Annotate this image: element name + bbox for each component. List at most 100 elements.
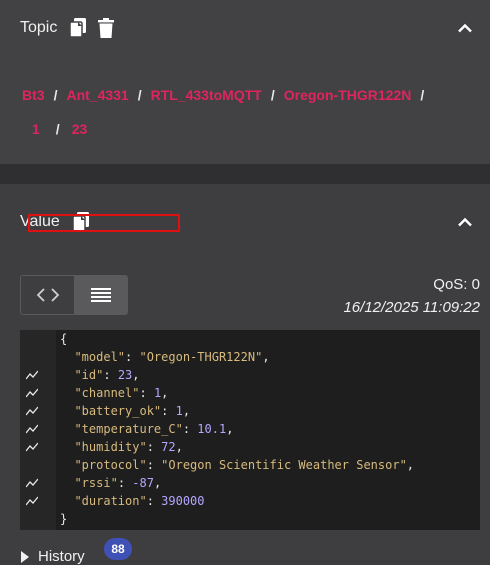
json-value: 390000: [161, 494, 205, 508]
json-punct: ,: [182, 404, 191, 418]
code-line: {: [20, 330, 480, 348]
json-punct: ,: [132, 368, 140, 382]
history-count-badge: 88: [104, 538, 132, 560]
json-punct: :: [139, 386, 154, 400]
topic-title: Topic: [20, 19, 58, 36]
code-text: {: [60, 330, 67, 348]
json-punct: ,: [262, 350, 270, 364]
copy-icon[interactable]: [67, 16, 89, 40]
json-key: "channel": [74, 386, 140, 400]
json-punct: ,: [153, 476, 162, 490]
sparkline-icon[interactable]: [26, 406, 38, 416]
json-punct: :: [125, 350, 140, 364]
code-text: }: [60, 510, 67, 528]
code-line: "humidity": 72,: [20, 438, 480, 456]
history-toggle[interactable]: History: [20, 548, 85, 565]
trash-icon[interactable]: [95, 16, 117, 40]
json-key: "temperature_C": [74, 422, 183, 436]
json-value: 10.1: [197, 422, 227, 436]
triangle-right-icon: [21, 550, 29, 563]
json-key: "model": [74, 350, 126, 364]
code-line: "protocol": "Oregon Scientific Weather S…: [20, 456, 480, 474]
topic-panel: Topic Bt3 / Ant_4331 / RTL_433toMQTT / Oregon-…: [0, 0, 490, 170]
json-value: -87: [132, 476, 154, 490]
crumb-23[interactable]: 23: [72, 121, 88, 137]
code-line: "model": "Oregon-THGR122N",: [20, 348, 480, 366]
crumb-separator: /: [53, 87, 58, 103]
sparkline-icon[interactable]: [26, 496, 38, 506]
code-line: "battery_ok": 1,: [20, 402, 480, 420]
list-view-button[interactable]: [74, 276, 127, 314]
json-punct: :: [182, 422, 198, 436]
breadcrumb: Bt3 / Ant_4331 / RTL_433toMQTT / Oregon-THGR12…: [22, 87, 433, 103]
json-punct: :: [117, 476, 133, 490]
code-view-icon: [36, 288, 59, 302]
json-punct: :: [146, 440, 162, 454]
code-line: "temperature_C": 10.1,: [20, 420, 480, 438]
qos-label: QoS: 0: [433, 276, 480, 293]
json-value: 72: [161, 440, 176, 454]
code-text: "battery_ok": 1,: [60, 402, 190, 420]
json-key: "humidity": [74, 440, 147, 454]
history-label: History: [38, 548, 85, 565]
crumb-ant[interactable]: Ant_4331: [66, 87, 128, 103]
chevron-up-icon[interactable]: [456, 19, 474, 37]
list-view-icon: [90, 288, 111, 302]
json-punct: ,: [161, 386, 169, 400]
code-line: "duration": 390000: [20, 492, 480, 510]
json-punct: :: [103, 368, 118, 382]
crumb-separator: /: [270, 87, 275, 103]
sparkline-icon[interactable]: [26, 370, 38, 380]
code-line: "id": 23,: [20, 366, 480, 384]
json-key: "battery_ok": [74, 404, 162, 418]
json-value: "Oregon Scientific Weather Sensor": [161, 458, 407, 472]
json-value: "Oregon-THGR122N": [139, 350, 263, 364]
code-text: "humidity": 72,: [60, 438, 183, 456]
json-punct: }: [60, 512, 68, 526]
value-panel: Value QoS: 0 16/12/2025 11:09:22 { "mode…: [0, 184, 490, 560]
crumb-separator: /: [137, 87, 142, 103]
section-divider: [0, 164, 490, 184]
sparkline-icon[interactable]: [26, 388, 38, 398]
json-viewer[interactable]: { "model": "Oregon-THGR122N", "id": 23, …: [20, 330, 480, 530]
crumb-rtl[interactable]: RTL_433toMQTT: [151, 87, 262, 103]
breadcrumb-line-2: 1 / 23: [32, 121, 87, 137]
json-punct: ,: [175, 440, 183, 454]
json-punct: ,: [226, 422, 234, 436]
crumb-separator: /: [420, 87, 425, 103]
json-punct: :: [146, 494, 162, 508]
timestamp: 16/12/2025 11:09:22: [343, 299, 480, 316]
code-line: "channel": 1,: [20, 384, 480, 402]
json-punct: ,: [406, 458, 415, 472]
crumb-oregon[interactable]: Oregon-THGR122N: [284, 87, 412, 103]
json-punct: :: [146, 458, 162, 472]
crumb-separator: /: [55, 121, 60, 137]
sparkline-icon[interactable]: [26, 478, 38, 488]
code-text: "rssi": -87,: [60, 474, 161, 492]
json-key: "protocol": [74, 458, 147, 472]
code-text: "channel": 1,: [60, 384, 168, 402]
code-view-button[interactable]: [21, 276, 74, 314]
chevron-up-icon[interactable]: [456, 213, 474, 231]
json-value: 1: [175, 404, 183, 418]
code-text: "temperature_C": 10.1,: [60, 420, 233, 438]
code-text: "duration": 390000: [60, 492, 205, 510]
code-text: "protocol": "Oregon Scientific Weather S…: [60, 456, 414, 474]
json-key: "rssi": [74, 476, 118, 490]
json-key: "id": [74, 368, 104, 382]
view-toggle: [20, 275, 128, 315]
crumb-bt3[interactable]: Bt3: [22, 87, 45, 103]
highlight-box: [28, 214, 180, 232]
sparkline-icon[interactable]: [26, 442, 38, 452]
json-value: 23: [117, 368, 133, 382]
code-line: }: [20, 510, 480, 528]
sparkline-icon[interactable]: [26, 424, 38, 434]
crumb-1[interactable]: 1: [32, 121, 40, 137]
code-line: "rssi": -87,: [20, 474, 480, 492]
topic-header[interactable]: Topic: [0, 0, 490, 56]
code-text: "model": "Oregon-THGR122N",: [60, 348, 270, 366]
json-punct: :: [161, 404, 176, 418]
json-punct: {: [60, 332, 68, 346]
json-key: "duration": [74, 494, 147, 508]
code-text: "id": 23,: [60, 366, 140, 384]
